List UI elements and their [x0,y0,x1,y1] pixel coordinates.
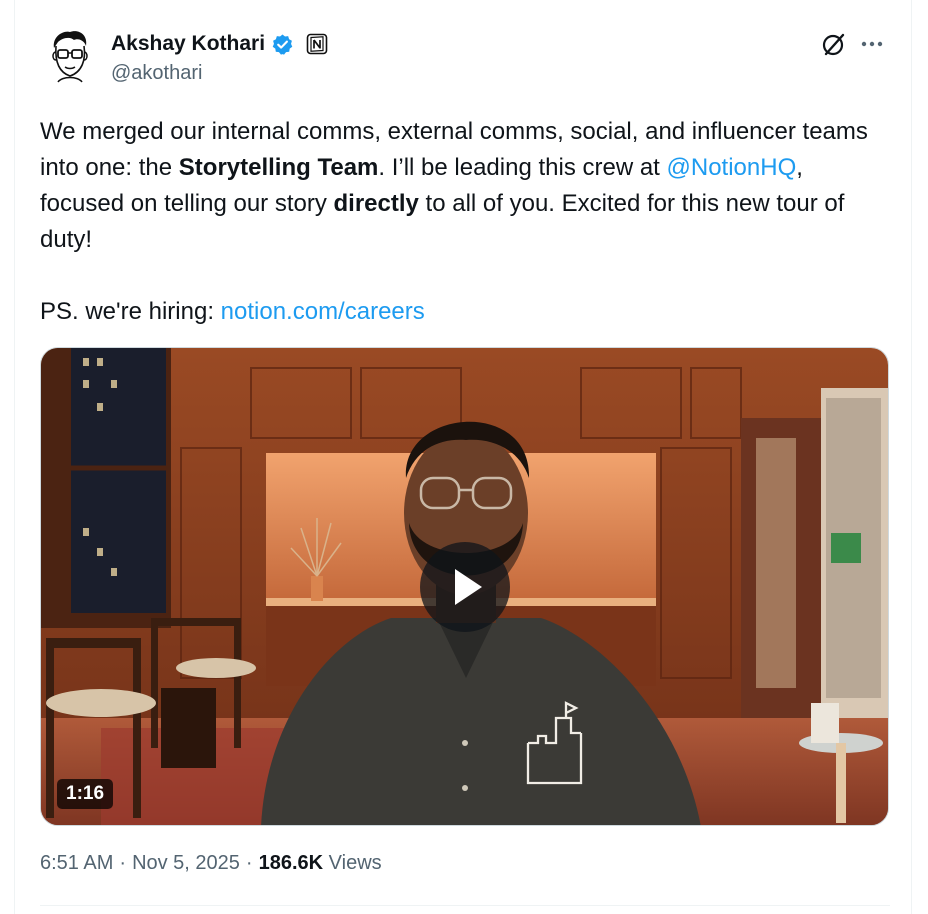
tweet-header: Akshay Kothari @akothari [40,26,890,90]
separator: · [245,852,253,874]
views[interactable]: 186.6K Views [259,852,382,875]
text-bold: Storytelling Team [178,154,379,181]
mention-link[interactable]: @NotionHQ [667,154,797,181]
tweet-meta: 6:51 AM · Nov 5, 2025 · 186.6K Views [40,852,382,875]
name-line: Akshay Kothari [111,30,328,58]
display-name[interactable]: Akshay Kothari [111,32,265,56]
views-count: 186.6K [258,852,324,874]
grok-icon[interactable] [820,30,848,58]
tweet-date[interactable]: Nov 5, 2025 [132,852,240,875]
avatar[interactable] [40,26,100,86]
notion-logo-icon[interactable] [306,33,328,55]
play-icon [455,569,482,605]
play-button[interactable] [420,542,510,632]
text-span: . I’ll be leading this crew at [378,154,667,181]
more-icon[interactable] [858,30,886,58]
careers-link[interactable]: notion.com/careers [221,298,425,325]
separator: · [119,852,127,874]
divider [40,905,890,906]
text-bold: directly [333,190,419,217]
video-duration: 1:16 [57,779,114,809]
ps-paragraph: PS. we're hiring: notion.com/careers [40,294,890,330]
ps-text: PS. we're hiring: [40,298,221,325]
verified-badge-icon[interactable] [271,33,294,56]
handle[interactable]: @akothari [111,62,202,85]
tweet-time[interactable]: 6:51 AM [40,852,113,875]
tweet-paragraph: We merged our internal comms, external c… [40,114,890,258]
video-player[interactable]: 1:16 [40,347,889,826]
views-label: Views [328,852,382,874]
avatar-illustration [40,26,100,86]
tweet-text: We merged our internal comms, external c… [40,114,890,330]
